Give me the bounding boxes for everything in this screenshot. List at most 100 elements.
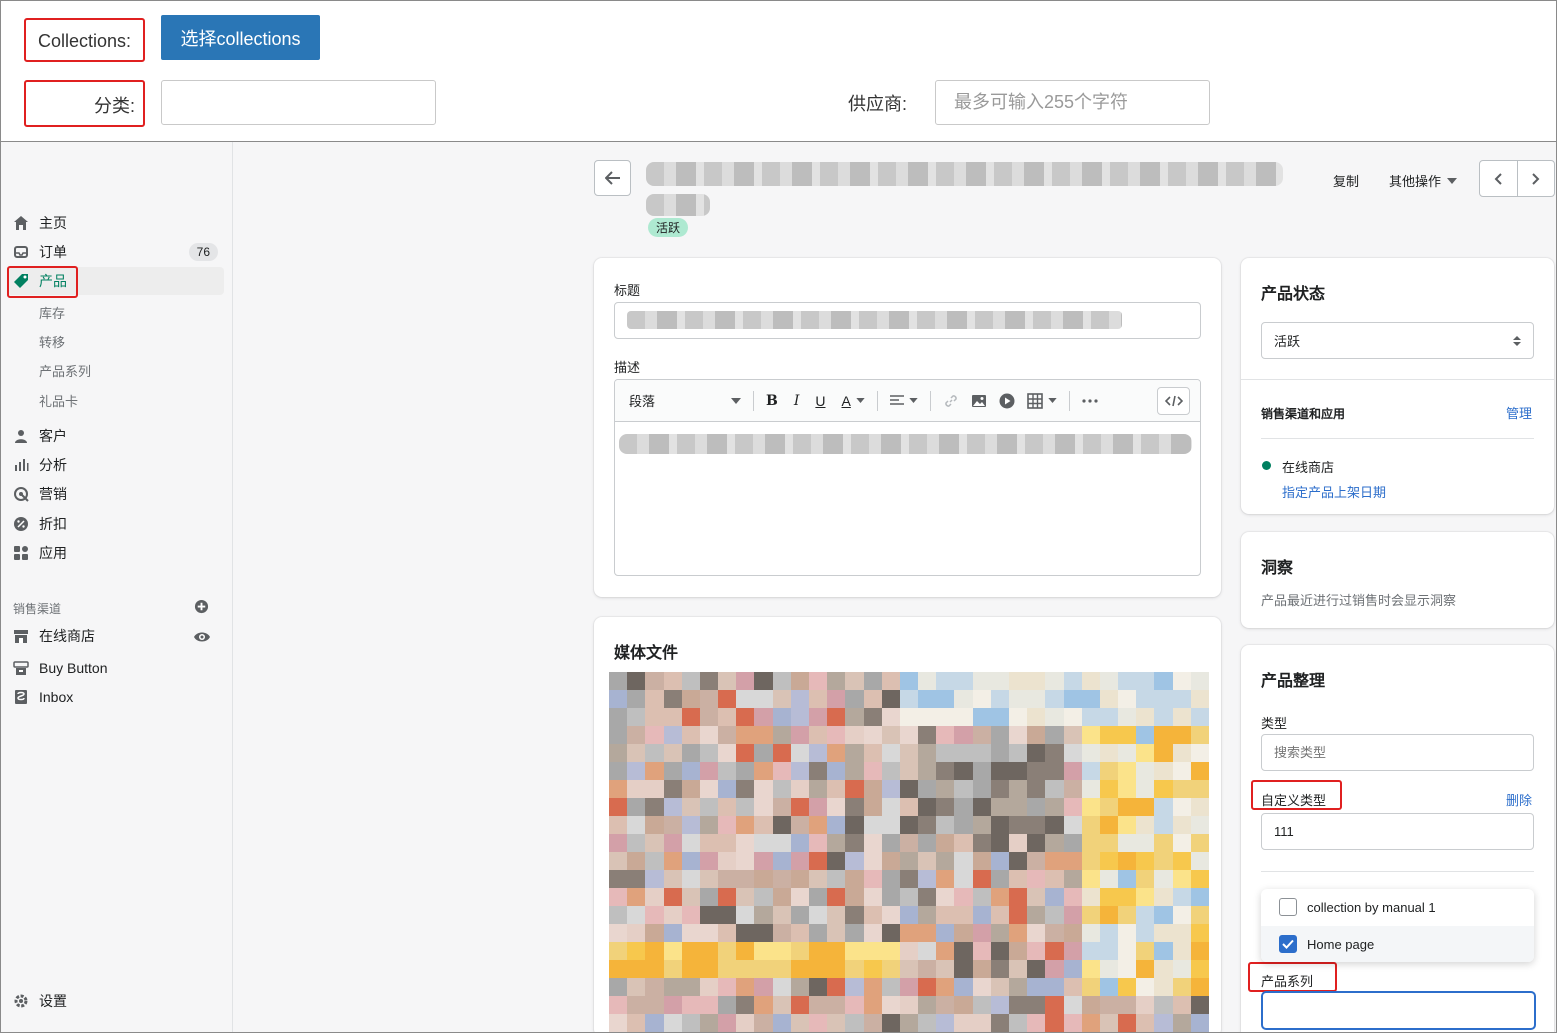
category-input[interactable] [161,80,436,125]
italic-icon[interactable]: I [794,393,800,409]
media-pixel [1172,744,1191,762]
media-pixel [972,672,991,690]
media-pixel [663,978,682,996]
title-input[interactable] [614,302,1201,339]
html-code-button[interactable] [1157,386,1190,415]
media-pixel [1136,960,1155,978]
media-pixel [990,780,1009,798]
link-icon[interactable] [943,393,959,409]
previous-product-button[interactable] [1480,161,1518,196]
media-pixel [681,672,700,690]
media-pixel [609,798,628,816]
sidebar-item-settings[interactable]: 设置 [7,987,224,1015]
description-editor[interactable]: 段落 B I U A [614,379,1201,576]
image-icon[interactable] [971,393,987,409]
media-pixel [736,870,755,888]
media-pixel [681,906,700,924]
sidebar-subitem-collections[interactable]: 产品系列 [39,361,91,380]
delete-custom-type-link[interactable]: 删除 [1506,790,1532,809]
description-label: 描述 [614,360,641,375]
media-pixel [1063,726,1082,744]
media-pixel [954,672,973,690]
media-pixel [1118,726,1137,744]
more-options-icon[interactable] [1082,398,1098,403]
media-pixel [627,744,646,762]
media-pixel [954,924,973,942]
sidebar-channel-buy-button[interactable]: Buy Button [7,654,224,682]
media-pixel [1027,906,1046,924]
media-pixel [1099,672,1119,690]
media-pixel [1154,834,1173,852]
media-pixel [1063,672,1082,690]
media-pixel [1008,942,1028,960]
next-product-button[interactable] [1518,161,1555,196]
vendor-input[interactable] [935,80,1210,125]
collection-option-home-page[interactable]: Home page [1261,926,1534,962]
sidebar-channel-online-store[interactable]: 在线商店 [7,622,224,650]
view-store-eye-icon[interactable] [193,630,211,647]
media-pixel [609,708,628,726]
align-icon[interactable] [889,394,918,407]
more-actions-label: 其他操作 [1389,174,1442,189]
sidebar-item-apps[interactable]: 应用 [7,539,224,567]
sidebar-item-orders[interactable]: 订单 76 [7,238,224,266]
checkbox-unchecked-icon[interactable] [1279,898,1297,916]
media-pixel [645,1014,664,1032]
media-pixel [1118,762,1137,780]
media-pixel [1136,978,1155,996]
media-pixel [1154,978,1173,996]
media-pixel [663,852,682,870]
custom-type-input[interactable]: 111 [1261,813,1534,850]
text-color-icon[interactable]: A [842,393,865,409]
sidebar-item-label: 订单 [39,244,67,260]
media-pixel [627,798,646,816]
manage-channels-link[interactable]: 管理 [1506,403,1532,422]
media-pixel [718,744,737,762]
add-channel-icon[interactable] [194,599,209,617]
media-pixel [1118,942,1137,960]
product-status-select[interactable]: 活跃 [1261,322,1534,359]
more-actions-button[interactable]: 其他操作 [1389,171,1458,190]
bold-icon[interactable]: B [766,393,778,409]
sidebar-item-customers[interactable]: 客户 [7,422,224,450]
collections-search-input[interactable] [1261,991,1536,1030]
media-pixel [718,870,737,888]
media-pixel [1190,726,1209,744]
video-icon[interactable] [999,393,1015,409]
code-icon [1164,395,1183,406]
media-pixel [645,744,664,762]
media-pixel [1190,852,1209,870]
collection-option-manual[interactable]: collection by manual 1 [1261,889,1534,925]
sidebar-channel-inbox[interactable]: Inbox [7,683,224,711]
schedule-availability-link[interactable]: 指定产品上架日期 [1282,482,1386,501]
media-pixel [663,744,682,762]
media-pixel [1027,942,1046,960]
media-pixel [808,888,828,906]
media-pixel [845,744,864,762]
media-pixel [1045,780,1064,798]
sidebar-item-marketing[interactable]: 营销 [7,480,224,508]
media-pixel [1099,780,1119,798]
sidebar-subitem-transfers[interactable]: 转移 [39,332,65,351]
sidebar-item-discounts[interactable]: 折扣 [7,510,224,538]
sidebar-item-home[interactable]: 主页 [7,209,224,237]
paragraph-format-select[interactable]: 段落 [629,391,741,410]
media-pixel [954,762,973,780]
underline-icon[interactable]: U [815,393,825,409]
media-pixel [609,960,628,978]
type-search-input[interactable] [1261,734,1534,771]
media-pixel [954,906,973,924]
media-pixel [1118,996,1137,1014]
duplicate-button[interactable]: 复制 [1333,171,1359,190]
back-button[interactable] [594,160,631,196]
sidebar-subitem-gift-cards[interactable]: 礼品卡 [39,391,78,410]
media-pixel [1172,996,1191,1014]
media-pixel [699,798,719,816]
checkbox-checked-icon[interactable] [1279,935,1297,953]
media-pixel [863,996,882,1014]
sidebar-subitem-inventory[interactable]: 库存 [39,303,65,322]
sidebar-item-analytics[interactable]: 分析 [7,451,224,479]
select-collections-button[interactable]: 选择collections [161,15,320,60]
table-icon[interactable] [1027,392,1057,409]
sidebar-item-label: 营销 [39,486,67,502]
